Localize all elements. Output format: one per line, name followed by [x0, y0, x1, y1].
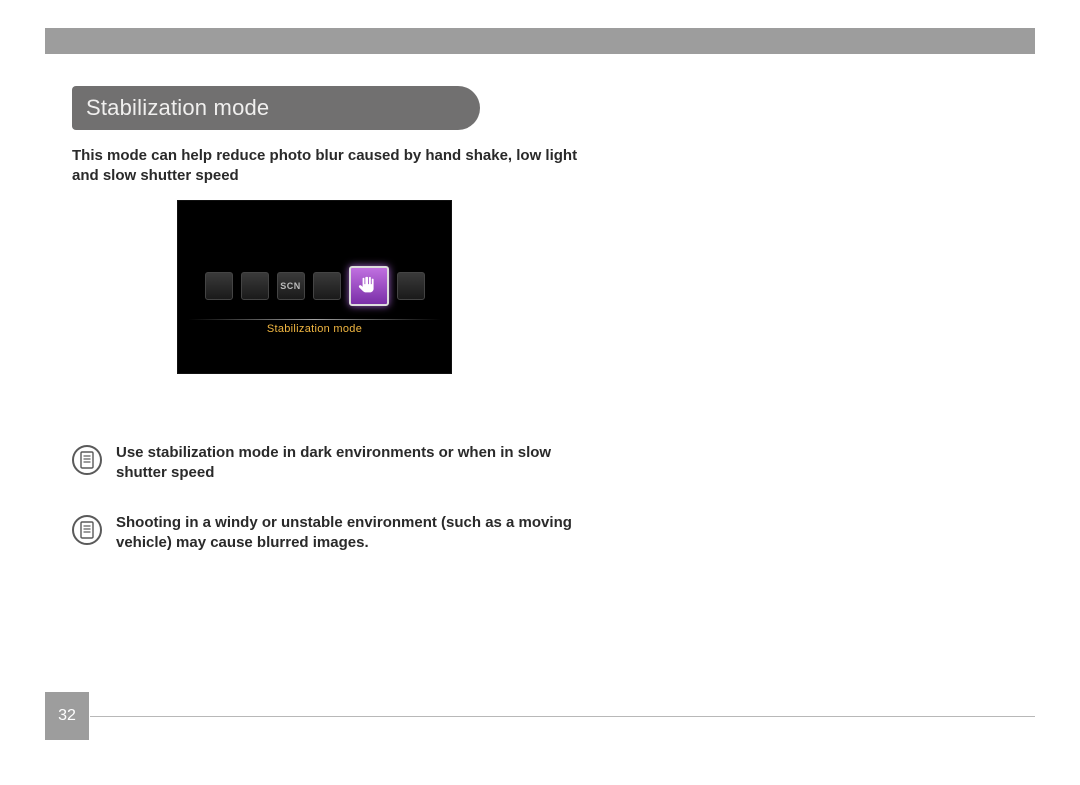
note-2: Shooting in a windy or unstable environm…	[72, 513, 592, 554]
note-icon	[72, 515, 102, 545]
divider-line	[188, 319, 441, 320]
manual-page: Stabilization mode This mode can help re…	[0, 0, 1080, 785]
note-1-text: Use stabilization mode in dark environme…	[116, 443, 592, 484]
mode-dial-strip: SCN	[178, 256, 451, 316]
intro-text: This mode can help reduce photo blur cau…	[72, 146, 592, 187]
note-icon	[72, 445, 102, 475]
mode-icon-stabilization-selected	[349, 266, 389, 306]
mode-label: Stabilization mode	[178, 323, 451, 335]
camera-lcd-screenshot: SCN Stabilization mode	[177, 200, 452, 374]
mode-icon-movie	[397, 272, 425, 300]
section-heading: Stabilization mode	[72, 86, 480, 130]
mode-icon-program	[241, 272, 269, 300]
mode-icon-scn: SCN	[277, 272, 305, 300]
hand-icon	[358, 275, 380, 297]
footer-rule	[90, 716, 1035, 717]
page-number: 32	[45, 692, 89, 740]
note-2-text: Shooting in a windy or unstable environm…	[116, 513, 592, 554]
header-band	[45, 28, 1035, 54]
mode-icon-auto	[205, 272, 233, 300]
note-1: Use stabilization mode in dark environme…	[72, 443, 592, 484]
mode-icon-panorama	[313, 272, 341, 300]
